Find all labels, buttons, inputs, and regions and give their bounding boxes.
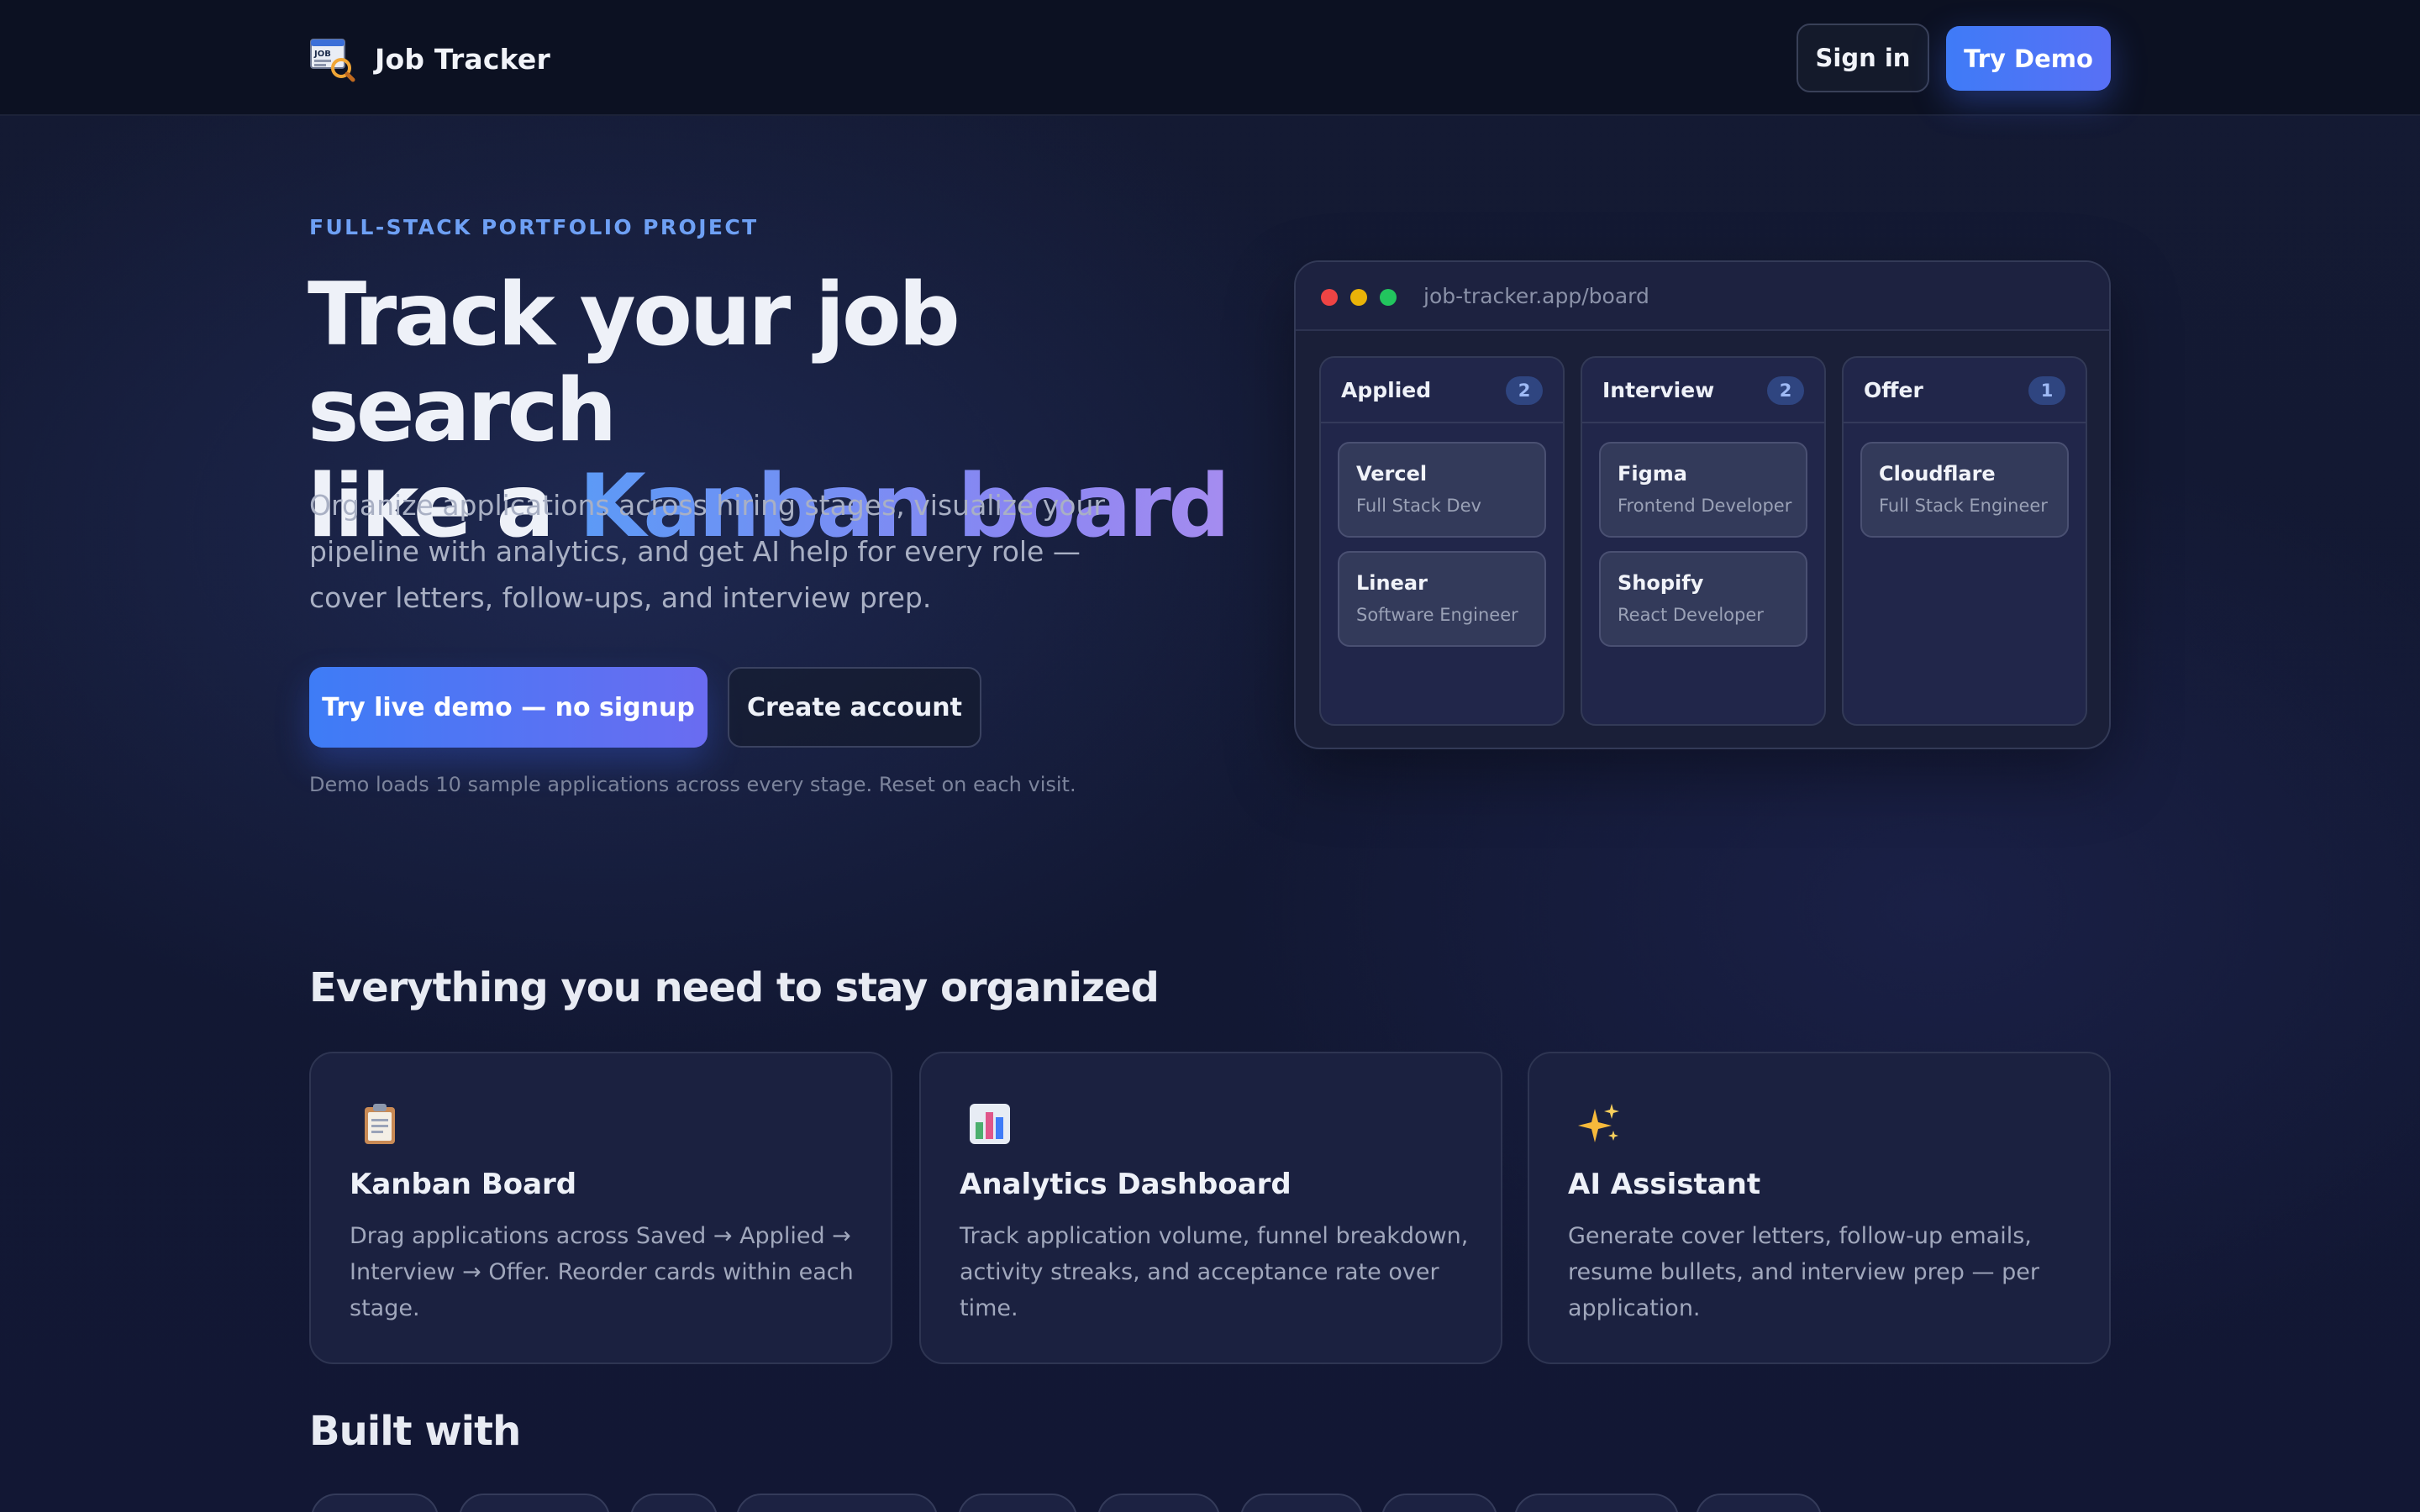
board-card: Figma Frontend Developer: [1599, 442, 1807, 538]
hero-eyebrow: FULL-STACK PORTFOLIO PROJECT: [309, 215, 759, 239]
column-title: Offer: [1864, 378, 1923, 402]
feature-title: AI Assistant: [1568, 1168, 1761, 1201]
feature-card-analytics: Analytics Dashboard Track application vo…: [919, 1052, 1502, 1364]
board-card: Cloudflare Full Stack Engineer: [1860, 442, 2069, 538]
feature-title: Analytics Dashboard: [960, 1168, 1292, 1201]
card-company: Linear: [1356, 571, 1428, 595]
column-count-badge: 2: [1506, 376, 1543, 405]
brand[interactable]: JOB Job Tracker: [308, 34, 550, 84]
hero-subtitle: Organize applications across hiring stag…: [309, 489, 1105, 614]
tech-pill: [459, 1494, 610, 1512]
demo-note: Demo loads 10 sample applications across…: [309, 773, 1076, 796]
tech-pill: [1381, 1494, 1497, 1512]
card-company: Vercel: [1356, 462, 1428, 486]
sparkles-icon: [1575, 1100, 1622, 1147]
window-minimize-dot-icon: [1350, 289, 1367, 306]
card-company: Shopify: [1618, 571, 1704, 595]
feature-description: Generate cover letters, follow-up emails…: [1568, 1223, 2039, 1321]
sign-in-button[interactable]: Sign in: [1797, 24, 1929, 92]
column-count-badge: 2: [1767, 376, 1804, 405]
card-role: Full Stack Engineer: [1879, 496, 2048, 516]
card-role: Frontend Developer: [1618, 496, 1792, 516]
try-live-demo-button[interactable]: Try live demo — no signup: [309, 667, 708, 748]
column-title: Applied: [1341, 378, 1432, 402]
column-header: Interview 2: [1582, 358, 1824, 423]
board-preview-window: job-tracker.app/board Applied 2 Vercel F…: [1294, 260, 2111, 749]
card-role: React Developer: [1618, 605, 1764, 625]
built-with-title: Built with: [309, 1408, 521, 1455]
window-maximize-dot-icon: [1380, 289, 1397, 306]
tech-pill: [1240, 1494, 1363, 1512]
feature-title: Kanban Board: [350, 1168, 577, 1201]
board-card: Vercel Full Stack Dev: [1338, 442, 1546, 538]
create-account-button[interactable]: Create account: [728, 667, 981, 748]
clipboard-icon: [356, 1100, 403, 1147]
column-header: Applied 2: [1321, 358, 1563, 423]
features-section-title: Everything you need to stay organized: [309, 964, 1160, 1011]
column-count-badge: 1: [2028, 376, 2065, 405]
card-company: Figma: [1618, 462, 1688, 486]
svg-text:JOB: JOB: [313, 50, 331, 59]
bar-chart-icon: [966, 1100, 1013, 1147]
card-company: Cloudflare: [1879, 462, 1996, 486]
tech-pill: [736, 1494, 938, 1512]
tech-pill: [1696, 1494, 1822, 1512]
column-header: Offer 1: [1844, 358, 2086, 423]
card-role: Software Engineer: [1356, 605, 1518, 625]
feature-card-kanban: Kanban Board Drag applications across Sa…: [309, 1052, 892, 1364]
column-title: Interview: [1602, 378, 1715, 402]
brand-name: Job Tracker: [375, 42, 550, 76]
window-close-dot-icon: [1321, 289, 1338, 306]
tech-pill: [958, 1494, 1077, 1512]
feature-card-ai: AI Assistant Generate cover letters, fol…: [1528, 1052, 2111, 1364]
card-role: Full Stack Dev: [1356, 496, 1481, 516]
job-search-icon: JOB: [308, 34, 356, 83]
feature-description: Drag applications across Saved → Applied…: [350, 1223, 854, 1321]
hero-title-line1: Track your job search: [308, 265, 960, 461]
tech-pill: [311, 1494, 439, 1512]
feature-description: Track application volume, funnel breakdo…: [960, 1223, 1469, 1321]
board-column-applied: Applied 2 Vercel Full Stack Dev Linear S…: [1319, 356, 1565, 726]
board-column-interview: Interview 2 Figma Frontend Developer Sho…: [1581, 356, 1826, 726]
browser-bar: job-tracker.app/board: [1296, 262, 2109, 331]
top-nav: JOB Job Tracker Sign in Try Demo: [0, 0, 2420, 116]
tech-pill: [1514, 1494, 1679, 1512]
board-card: Linear Software Engineer: [1338, 551, 1546, 647]
try-demo-button[interactable]: Try Demo: [1946, 26, 2111, 91]
tech-pill: [1097, 1494, 1220, 1512]
board-card: Shopify React Developer: [1599, 551, 1807, 647]
browser-url: job-tracker.app/board: [1423, 284, 1649, 308]
tech-pill: [630, 1494, 718, 1512]
board-column-offer: Offer 1 Cloudflare Full Stack Engineer: [1842, 356, 2087, 726]
